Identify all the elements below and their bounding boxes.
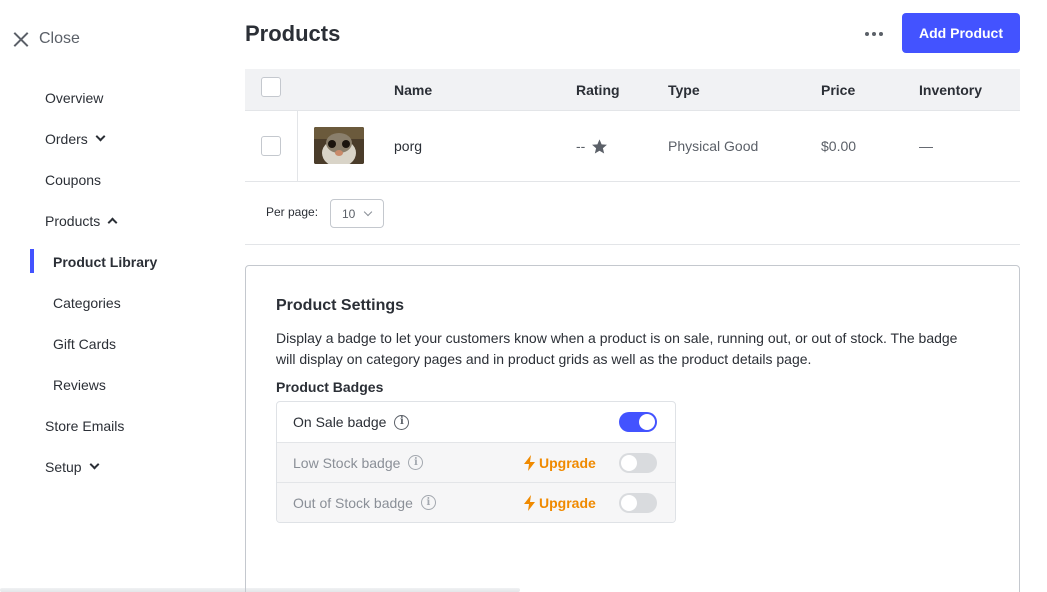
sidebar-item-reviews[interactable]: Reviews bbox=[0, 364, 215, 405]
table-row[interactable]: porg -- Physical Good $0.00 — bbox=[245, 111, 1020, 182]
column-header-rating[interactable]: Rating bbox=[576, 69, 620, 111]
column-header-type[interactable]: Type bbox=[668, 69, 700, 111]
sidebar-item-store-emails[interactable]: Store Emails bbox=[0, 405, 215, 446]
sidebar-item-label: Orders bbox=[45, 130, 88, 147]
column-header-price[interactable]: Price bbox=[821, 69, 855, 111]
sidebar-item-gift-cards[interactable]: Gift Cards bbox=[0, 323, 215, 364]
out-of-stock-toggle[interactable] bbox=[619, 493, 657, 513]
sidebar-item-label: Setup bbox=[45, 458, 82, 475]
sidebar-item-setup[interactable]: Setup bbox=[0, 446, 215, 487]
add-product-button[interactable]: Add Product bbox=[902, 13, 1020, 53]
badge-row-on-sale: On Sale badge i bbox=[277, 402, 675, 442]
badge-label: Low Stock badge bbox=[293, 454, 401, 471]
product-price: $0.00 bbox=[821, 138, 857, 154]
chevron-up-icon bbox=[107, 217, 118, 227]
more-icon-dot bbox=[872, 32, 876, 36]
sidebar-item-products[interactable]: Products bbox=[0, 200, 215, 241]
sidebar-item-categories[interactable]: Categories bbox=[0, 282, 215, 323]
toggle-knob bbox=[639, 414, 655, 430]
row-checkbox[interactable] bbox=[261, 136, 281, 156]
badges-list: On Sale badge i Low Stock badge i Upgrad… bbox=[276, 401, 676, 523]
close-label: Close bbox=[39, 30, 80, 47]
badge-label: Out of Stock badge bbox=[293, 494, 413, 511]
toggle-knob bbox=[621, 495, 637, 511]
badge-label-wrap: On Sale badge i bbox=[293, 414, 410, 430]
column-header-name[interactable]: Name bbox=[394, 69, 432, 111]
settings-title: Product Settings bbox=[276, 297, 405, 314]
sidebar-item-label: Reviews bbox=[53, 376, 106, 393]
sidebar-item-label: Categories bbox=[53, 294, 121, 311]
divider bbox=[245, 244, 1020, 245]
upgrade-label: Upgrade bbox=[539, 494, 596, 511]
sidebar-nav: Overview Orders Coupons Products Product… bbox=[0, 77, 215, 487]
product-inventory: — bbox=[919, 138, 933, 154]
info-icon[interactable]: i bbox=[420, 495, 436, 510]
row-divider bbox=[297, 111, 298, 181]
low-stock-toggle[interactable] bbox=[619, 453, 657, 473]
more-icon-dot bbox=[879, 32, 883, 36]
chevron-down-icon bbox=[95, 131, 106, 141]
sidebar-item-overview[interactable]: Overview bbox=[0, 77, 215, 118]
badge-label-wrap: Low Stock badge i bbox=[293, 454, 424, 471]
chevron-down-icon bbox=[363, 207, 373, 217]
page-title: Products bbox=[245, 21, 341, 46]
column-header-inventory[interactable]: Inventory bbox=[919, 69, 982, 111]
upgrade-link[interactable]: Upgrade bbox=[524, 494, 596, 511]
per-page-select[interactable]: 10 bbox=[330, 199, 384, 228]
upgrade-label: Upgrade bbox=[539, 454, 596, 471]
bolt-icon bbox=[524, 454, 535, 471]
on-sale-toggle[interactable] bbox=[619, 412, 657, 432]
product-rating: -- bbox=[576, 111, 608, 181]
toggle-knob bbox=[621, 455, 637, 471]
product-type: Physical Good bbox=[668, 138, 759, 154]
close-button[interactable]: Close bbox=[12, 30, 80, 48]
product-name[interactable]: porg bbox=[394, 111, 422, 181]
star-icon bbox=[592, 138, 608, 154]
badges-title: Product Badges bbox=[276, 379, 384, 395]
sidebar-item-label: Gift Cards bbox=[53, 335, 117, 352]
badge-row-low-stock: Low Stock badge i Upgrade bbox=[277, 442, 675, 482]
more-options-button[interactable] bbox=[862, 24, 886, 44]
settings-description: Display a badge to let your customers kn… bbox=[276, 330, 958, 367]
chevron-down-icon bbox=[89, 459, 100, 469]
product-settings-card: Product Settings Display a badge to let … bbox=[245, 265, 1020, 592]
badge-label-wrap: Out of Stock badge i bbox=[293, 495, 436, 511]
badge-label: On Sale badge bbox=[293, 414, 387, 430]
sidebar-item-label: Store Emails bbox=[45, 417, 125, 434]
upgrade-link[interactable]: Upgrade bbox=[524, 454, 596, 471]
sidebar-item-label: Product Library bbox=[53, 253, 158, 270]
sidebar: Close Overview Orders Coupons Products P… bbox=[0, 0, 215, 592]
sidebar-item-label: Overview bbox=[45, 89, 104, 106]
product-thumbnail[interactable] bbox=[314, 127, 364, 164]
table-header: Name Rating Type Price Inventory bbox=[245, 69, 1020, 111]
bolt-icon bbox=[524, 494, 535, 511]
per-page-value: 10 bbox=[342, 206, 356, 221]
sidebar-item-label: Coupons bbox=[45, 171, 102, 188]
rating-value: -- bbox=[576, 138, 586, 154]
sidebar-item-product-library[interactable]: Product Library bbox=[0, 241, 215, 282]
select-all-checkbox[interactable] bbox=[261, 77, 281, 97]
per-page-label: Per page: bbox=[266, 205, 319, 219]
badge-row-out-of-stock: Out of Stock badge i Upgrade bbox=[277, 482, 675, 522]
info-icon[interactable]: i bbox=[408, 455, 424, 470]
sidebar-item-coupons[interactable]: Coupons bbox=[0, 159, 215, 200]
sidebar-item-orders[interactable]: Orders bbox=[0, 118, 215, 159]
sidebar-item-label: Products bbox=[45, 212, 101, 229]
close-icon bbox=[12, 31, 29, 48]
more-icon bbox=[865, 32, 869, 36]
info-icon[interactable]: i bbox=[394, 414, 410, 430]
